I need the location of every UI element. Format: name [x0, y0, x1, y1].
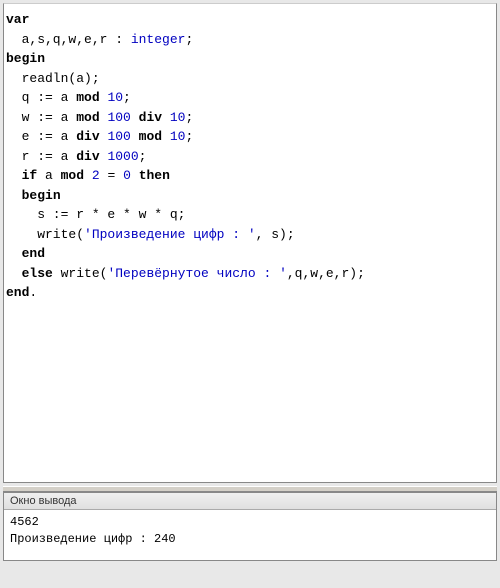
keyword-mod: mod [139, 129, 162, 144]
code-text: ; [185, 32, 193, 47]
keyword-end: end [6, 285, 29, 300]
number-literal: 10 [170, 129, 186, 144]
code-text: write( [6, 227, 84, 242]
output-panel-title: Окно вывода [4, 493, 496, 510]
type-integer: integer [131, 32, 186, 47]
keyword-then: then [139, 168, 170, 183]
output-line: Произведение цифр : 240 [10, 531, 490, 548]
code-text: readln(a); [6, 71, 100, 86]
code-text: r := a [6, 149, 76, 164]
number-literal: 100 [107, 129, 130, 144]
code-text: ; [185, 110, 193, 125]
code-text: ; [139, 149, 147, 164]
code-text [131, 168, 139, 183]
code-text: ,q,w,e,r); [287, 266, 365, 281]
code-text: write( [53, 266, 108, 281]
keyword-if: if [22, 168, 38, 183]
code-text [131, 110, 139, 125]
code-text [6, 266, 22, 281]
keyword-var: var [6, 12, 29, 27]
keyword-mod: mod [61, 168, 84, 183]
code-text [162, 110, 170, 125]
code-text: = [100, 168, 123, 183]
code-text: . [29, 285, 37, 300]
output-panel: Окно вывода 4562Произведение цифр : 240 [3, 492, 497, 561]
code-text: ; [123, 90, 131, 105]
code-text [131, 129, 139, 144]
code-text: w := a [6, 110, 76, 125]
number-literal: 2 [92, 168, 100, 183]
number-literal: 0 [123, 168, 131, 183]
string-literal: 'Произведение цифр : ' [84, 227, 256, 242]
code-area[interactable]: var a,s,q,w,e,r : integer; begin readln(… [4, 4, 496, 309]
code-text [6, 246, 22, 261]
output-content[interactable]: 4562Произведение цифр : 240 [4, 510, 496, 560]
code-text [6, 188, 22, 203]
code-text [6, 168, 22, 183]
keyword-begin: begin [6, 51, 45, 66]
code-text: e := a [6, 129, 76, 144]
code-text: q := a [6, 90, 76, 105]
keyword-else: else [22, 266, 53, 281]
code-text: a [37, 168, 60, 183]
keyword-div: div [76, 149, 99, 164]
code-text: a,s,q,w,e,r : [6, 32, 131, 47]
code-editor[interactable]: var a,s,q,w,e,r : integer; begin readln(… [3, 3, 497, 483]
string-literal: 'Перевёрнутое число : ' [107, 266, 286, 281]
code-text [84, 168, 92, 183]
keyword-end: end [22, 246, 45, 261]
keyword-mod: mod [76, 110, 99, 125]
keyword-mod: mod [76, 90, 99, 105]
code-text: s := r * e * w * q; [6, 207, 185, 222]
keyword-div: div [139, 110, 162, 125]
keyword-begin: begin [22, 188, 61, 203]
code-text [162, 129, 170, 144]
number-literal: 10 [107, 90, 123, 105]
number-literal: 10 [170, 110, 186, 125]
output-line: 4562 [10, 514, 490, 531]
code-text: ; [185, 129, 193, 144]
number-literal: 1000 [107, 149, 138, 164]
code-text: , s); [256, 227, 295, 242]
keyword-div: div [76, 129, 99, 144]
number-literal: 100 [107, 110, 130, 125]
